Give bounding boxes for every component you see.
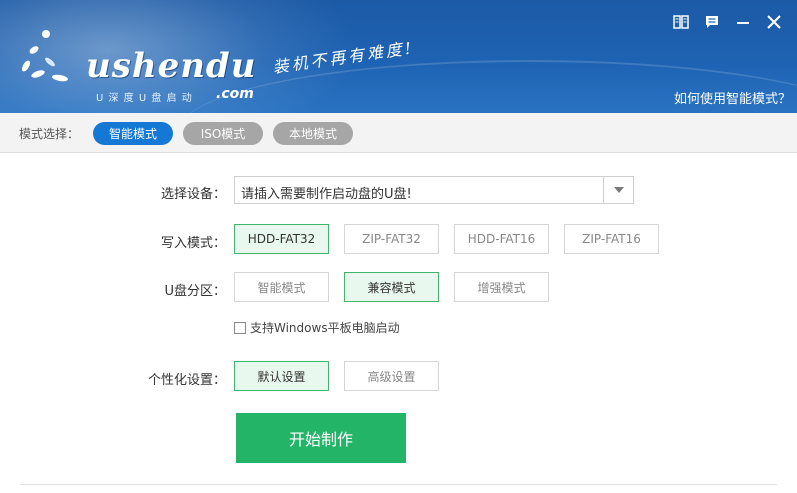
tablet-support-checkbox[interactable] xyxy=(234,321,246,334)
app-header: ushendu U 深 度 U 盘 启 动 .com 装机不再有难度! 如何使用… xyxy=(0,0,797,113)
partition-label: U盘分区： xyxy=(164,284,226,299)
close-icon[interactable] xyxy=(758,12,789,32)
write-mode-hdd-fat32[interactable]: HDD-FAT32 xyxy=(234,224,329,254)
window-controls xyxy=(665,12,789,32)
write-mode-hdd-fat16[interactable]: HDD-FAT16 xyxy=(454,224,549,254)
device-select-value: 请插入需要制作启动盘的U盘! xyxy=(241,187,412,202)
personalize-label: 个性化设置： xyxy=(147,373,226,388)
logo: ushendu U 深 度 U 盘 启 动 .com xyxy=(16,22,257,104)
partition-smart[interactable]: 智能模式 xyxy=(234,272,329,302)
write-mode-label: 写入模式： xyxy=(160,236,226,251)
personalize-advanced[interactable]: 高级设置 xyxy=(344,361,439,391)
mode-bar: 模式选择： 智能模式 ISO模式 本地模式 xyxy=(0,113,797,153)
tablet-support-option[interactable]: 支持Windows平板电脑启动 xyxy=(234,319,400,336)
tab-local-mode[interactable]: 本地模式 xyxy=(273,122,353,145)
mode-label: 模式选择： xyxy=(19,127,80,141)
minimize-icon[interactable] xyxy=(727,12,758,32)
write-mode-zip-fat16[interactable]: ZIP-FAT16 xyxy=(564,224,659,254)
tab-smart-mode[interactable]: 智能模式 xyxy=(93,122,173,145)
partition-enhanced[interactable]: 增强模式 xyxy=(454,272,549,302)
partition-compatible[interactable]: 兼容模式 xyxy=(344,272,439,302)
tablet-support-label: 支持Windows平板电脑启动 xyxy=(250,321,400,335)
logo-domain: .com xyxy=(216,86,254,102)
write-mode-zip-fat32[interactable]: ZIP-FAT32 xyxy=(344,224,439,254)
device-label: 选择设备： xyxy=(160,187,226,202)
book-icon[interactable] xyxy=(665,12,696,32)
logo-mark-icon xyxy=(22,30,68,82)
tab-iso-mode[interactable]: ISO模式 xyxy=(183,122,263,145)
start-button[interactable]: 开始制作 xyxy=(236,413,406,463)
logo-text: ushendu xyxy=(86,46,257,86)
logo-subtitle: U 深 度 U 盘 启 动 xyxy=(96,93,193,104)
dropdown-arrow-icon[interactable] xyxy=(603,177,633,203)
message-icon[interactable] xyxy=(696,12,727,32)
bottom-divider xyxy=(20,484,777,485)
help-link[interactable]: 如何使用智能模式？ xyxy=(674,88,791,107)
device-select[interactable]: 请插入需要制作启动盘的U盘! xyxy=(234,176,634,204)
personalize-default[interactable]: 默认设置 xyxy=(234,361,329,391)
